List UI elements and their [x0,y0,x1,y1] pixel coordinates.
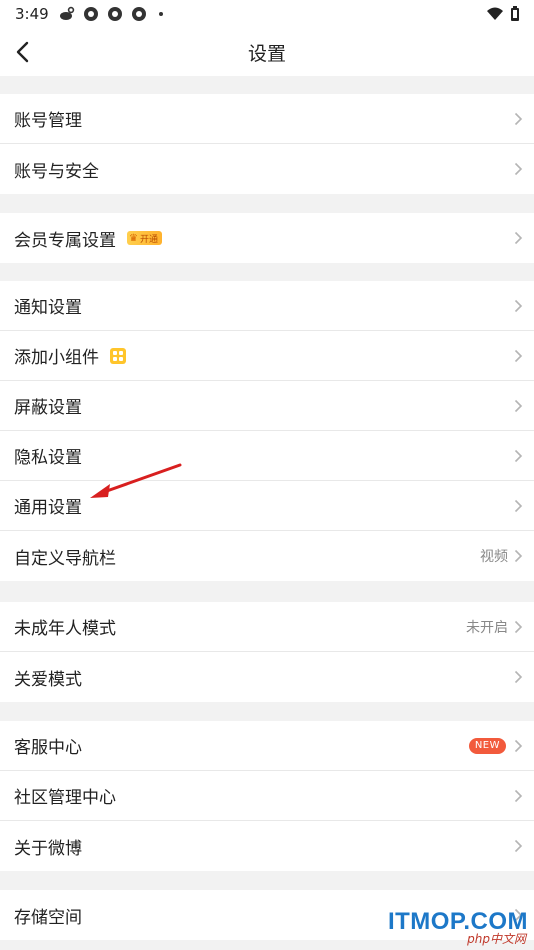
app-notification-icon [131,7,146,21]
settings-item-notifications[interactable]: 通知设置 [0,281,534,331]
top-nav-bar: 设置 [0,28,534,76]
settings-item-label: 添加小组件 [14,348,99,368]
vip-badge-text: 开通 [139,234,158,245]
back-arrow-icon[interactable] [10,38,38,66]
settings-group-vip: 会员专属设置 ♛ 开通 [0,213,534,263]
settings-item-label: 通用设置 [14,498,82,518]
settings-item-label: 未成年人模式 [14,619,116,639]
chevron-right-icon [514,620,523,634]
status-bar: 3:49 [0,0,534,28]
chevron-right-icon [514,499,523,513]
settings-group-general: 通知设置 添加小组件 屏蔽设置 隐私设置 通用设置 自定义导航栏 视频 [0,281,534,581]
settings-group-support: 客服中心 NEW 社区管理中心 关于微博 [0,721,534,871]
settings-item-custom-nav[interactable]: 自定义导航栏 视频 [0,531,534,581]
settings-group-modes: 未成年人模式 未开启 关爱模式 [0,602,534,702]
chevron-right-icon [514,162,523,176]
chevron-right-icon [514,739,523,753]
weibo-icon [59,6,74,20]
chevron-right-icon [514,231,523,245]
new-badge: NEW [468,738,506,754]
settings-item-label: 存储空间 [14,907,82,928]
crown-icon: ♛ [129,232,138,244]
settings-item-value: 视频 [480,549,508,565]
settings-item-value: 未开启 [466,619,508,636]
page-title: 设置 [247,42,286,65]
settings-item-label: 关于微博 [14,838,82,859]
settings-group-account: 账号管理 账号与安全 [0,94,534,194]
settings-item-care-mode[interactable]: 关爱模式 [0,652,534,702]
chevron-right-icon [514,399,523,413]
settings-item-label: 关爱模式 [14,669,82,690]
settings-item-label: 会员专属设置 [14,230,116,251]
notification-icons [59,6,163,22]
settings-item-account-management[interactable]: 账号管理 [0,94,534,144]
chevron-right-icon [514,839,523,853]
status-time: 3:49 [15,5,49,23]
settings-item-general-settings[interactable]: 通用设置 [0,481,534,531]
settings-item-label: 自定义导航栏 [14,548,116,569]
settings-item-account-security[interactable]: 账号与安全 [0,144,534,194]
chevron-right-icon [514,449,523,463]
settings-item-teen-mode[interactable]: 未成年人模式 未开启 [0,602,534,652]
settings-item-label: 账号与安全 [14,161,99,182]
settings-item-vip-settings[interactable]: 会员专属设置 ♛ 开通 [0,213,534,263]
settings-item-label: 屏蔽设置 [14,398,82,418]
settings-item-label: 社区管理中心 [14,788,116,808]
more-notifications-dot-icon [158,12,163,16]
system-icons [486,6,520,22]
chevron-right-icon [514,112,523,126]
chevron-right-icon [514,299,523,313]
settings-item-label: 隐私设置 [14,448,82,468]
app-notification-icon [107,7,122,21]
chevron-right-icon [514,349,523,363]
settings-item-community-management[interactable]: 社区管理中心 [0,771,534,821]
watermark-sub: php中文网 [467,932,526,946]
battery-icon [511,6,519,21]
settings-item-about-weibo[interactable]: 关于微博 [0,821,534,871]
chevron-right-icon [514,670,523,684]
wifi-icon [487,7,503,20]
settings-item-block-settings[interactable]: 屏蔽设置 [0,381,534,431]
settings-item-label: 通知设置 [14,298,82,318]
settings-item-customer-service[interactable]: 客服中心 NEW [0,721,534,771]
settings-item-label: 账号管理 [14,111,82,131]
settings-item-label: 客服中心 [14,738,82,758]
app-notification-icon [83,7,98,21]
widget-grid-icon [110,347,126,364]
vip-open-badge: ♛ 开通 [127,231,162,245]
chevron-right-icon [514,789,523,803]
settings-item-privacy[interactable]: 隐私设置 [0,431,534,481]
settings-item-add-widget[interactable]: 添加小组件 [0,331,534,381]
chevron-right-icon [514,549,523,563]
